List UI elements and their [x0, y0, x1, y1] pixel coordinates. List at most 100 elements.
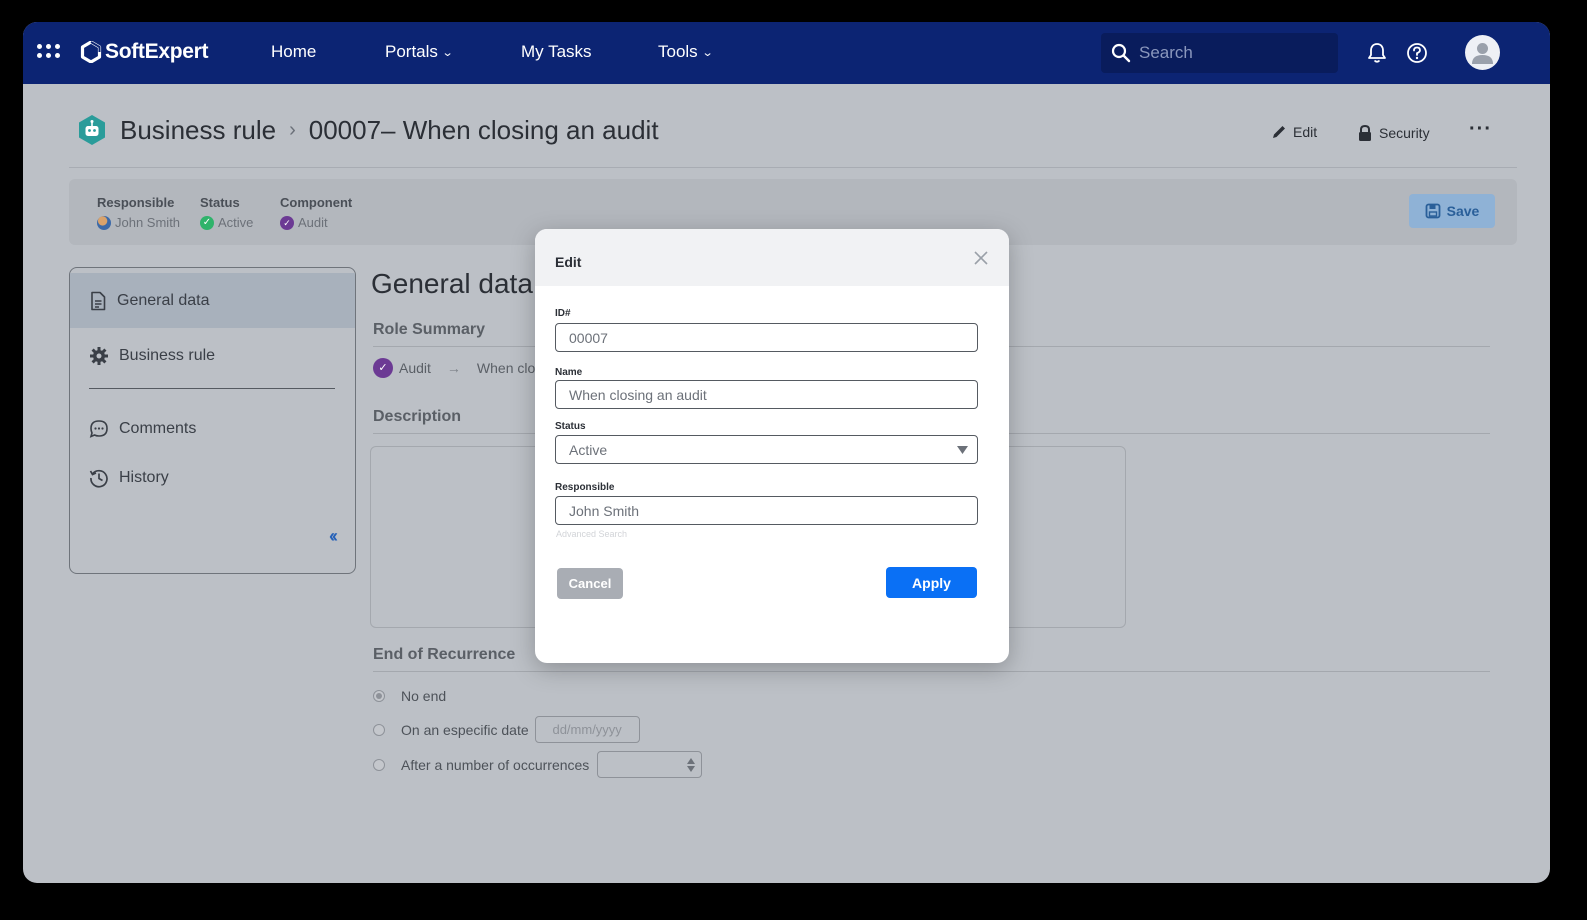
close-icon[interactable]	[973, 250, 989, 266]
sidebar-divider	[89, 388, 335, 389]
caret-down-icon	[957, 446, 968, 454]
section-divider	[373, 671, 1490, 672]
nav-home-label: Home	[271, 42, 317, 61]
radio-button[interactable]	[373, 690, 385, 702]
nav-tools-label: Tools	[658, 42, 698, 61]
dialog-header: Edit	[535, 229, 1009, 286]
page-title: 00007– When closing an audit	[308, 114, 659, 145]
comment-icon	[89, 419, 108, 438]
search-box	[1101, 33, 1338, 73]
radio-button[interactable]	[373, 758, 385, 771]
radio-option-no-end[interactable]: No end	[373, 688, 446, 704]
app-launcher-icon[interactable]	[37, 44, 61, 60]
sidebar-item-general-data[interactable]: General data	[70, 273, 355, 328]
app-window: SoftExpert Home Portals ⌄ My Tasks Tools ⌄…	[23, 22, 1550, 883]
brand-name: SoftExpert	[105, 40, 209, 63]
summary-component: Audit	[399, 360, 431, 376]
nav-my-tasks-label: My Tasks	[521, 42, 592, 61]
edit-button-label: Edit	[1293, 124, 1318, 140]
radio-label: No end	[401, 688, 447, 704]
gear-icon	[90, 346, 108, 365]
search-icon	[1111, 43, 1131, 63]
save-button[interactable]: Save	[1409, 194, 1495, 228]
name-field-label: Name	[555, 367, 583, 378]
info-responsible-value: John Smith	[115, 215, 181, 230]
document-icon	[91, 291, 106, 310]
sidebar-item-business-rule[interactable]: Business rule	[70, 328, 355, 383]
radio-option-occurrences[interactable]: After a number of occurrences	[373, 751, 703, 778]
sidebar-item-label: History	[119, 468, 169, 486]
sidebar-item-label: Comments	[119, 419, 197, 437]
help-icon[interactable]	[1405, 41, 1429, 65]
history-icon	[89, 469, 108, 488]
advanced-search-link[interactable]: Advanced Search	[556, 529, 627, 539]
sidebar-item-label: Business rule	[119, 346, 216, 364]
pencil-icon	[1273, 126, 1285, 138]
chevron-right-icon: ›	[289, 118, 296, 141]
breadcrumb-section[interactable]: Business rule	[120, 115, 276, 146]
sidebar-item-comments[interactable]: Comments	[70, 401, 355, 456]
status-select-value: Active	[569, 441, 608, 458]
description-heading: Description	[373, 408, 462, 425]
user-icon	[1472, 43, 1493, 64]
audit-icon: ✓	[280, 215, 294, 230]
info-responsible-label: Responsible	[97, 195, 175, 210]
user-avatar[interactable]	[1465, 35, 1500, 70]
apply-button[interactable]: Apply	[886, 567, 977, 598]
info-component-value: Audit	[298, 215, 328, 230]
info-component-label: Component	[280, 195, 353, 210]
edit-button[interactable]: Edit	[1271, 124, 1317, 140]
lock-icon	[1359, 124, 1371, 141]
header-divider	[69, 167, 1517, 168]
date-input[interactable]: dd/mm/yyyy	[534, 716, 640, 743]
info-responsible: Responsible John Smith	[97, 195, 180, 230]
info-status: Status ✓ Active	[200, 195, 253, 230]
status-field-label: Status	[555, 421, 586, 432]
more-options-icon[interactable]: ···	[1469, 118, 1492, 141]
nav-tools[interactable]: Tools ⌄	[658, 42, 714, 62]
radio-button[interactable]	[373, 723, 385, 736]
chevron-down-icon: ⌄	[701, 46, 714, 59]
id-field[interactable]: 00007	[555, 323, 978, 352]
info-status-value: Active	[218, 215, 254, 230]
collapse-sidebar-icon[interactable]: ‹‹	[329, 526, 338, 547]
name-field[interactable]: When closing an audit	[555, 380, 978, 409]
cancel-button[interactable]: Cancel	[557, 568, 623, 599]
section-title: General data	[371, 268, 533, 299]
floppy-disk-icon	[1425, 203, 1441, 219]
check-circle-icon: ✓	[200, 215, 214, 230]
radio-option-specific-date[interactable]: On an especific date dd/mm/yyyy	[373, 716, 640, 743]
end-of-recurrence-heading: End of Recurrence	[373, 646, 516, 663]
occurrences-stepper[interactable]	[597, 751, 703, 778]
security-button-label: Security	[1379, 125, 1430, 141]
stepper-arrows-icon[interactable]	[686, 757, 696, 773]
info-status-label: Status	[200, 195, 240, 210]
nav-home[interactable]: Home	[271, 42, 316, 62]
status-select[interactable]: Active	[555, 435, 978, 464]
notifications-bell-icon[interactable]	[1365, 41, 1389, 65]
edit-dialog: Edit ID# 00007 Name When closing an audi…	[535, 229, 1009, 663]
avatar	[97, 215, 111, 230]
security-button[interactable]: Security	[1357, 124, 1430, 142]
nav-portals[interactable]: Portals ⌄	[385, 42, 454, 62]
business-rule-robot-icon	[79, 115, 105, 145]
info-component: Component ✓ Audit	[280, 195, 352, 230]
responsible-field-label: Responsible	[555, 482, 615, 493]
chevron-down-icon: ⌄	[441, 46, 454, 59]
role-summary: ✓ Audit → When closin	[373, 358, 553, 378]
dialog-title: Edit	[555, 254, 582, 270]
save-button-label: Save	[1446, 203, 1480, 219]
role-summary-heading: Role Summary	[373, 321, 486, 338]
brand-logo-icon	[80, 41, 102, 63]
radio-label: On an especific date	[401, 721, 529, 738]
sidebar-item-label: General data	[117, 291, 210, 309]
brand-logo[interactable]: SoftExpert	[80, 40, 208, 64]
sidebar-item-history[interactable]: History	[70, 450, 355, 505]
radio-label: After a number of occurrences	[401, 756, 590, 773]
breadcrumb: Business rule › 00007– When closing an a…	[77, 114, 659, 146]
search-input[interactable]	[1139, 43, 1319, 63]
top-navigation-bar: SoftExpert Home Portals ⌄ My Tasks Tools ⌄	[23, 22, 1550, 84]
nav-portals-label: Portals	[385, 42, 438, 61]
nav-my-tasks[interactable]: My Tasks	[521, 42, 592, 62]
responsible-field[interactable]: John Smith	[555, 496, 978, 525]
